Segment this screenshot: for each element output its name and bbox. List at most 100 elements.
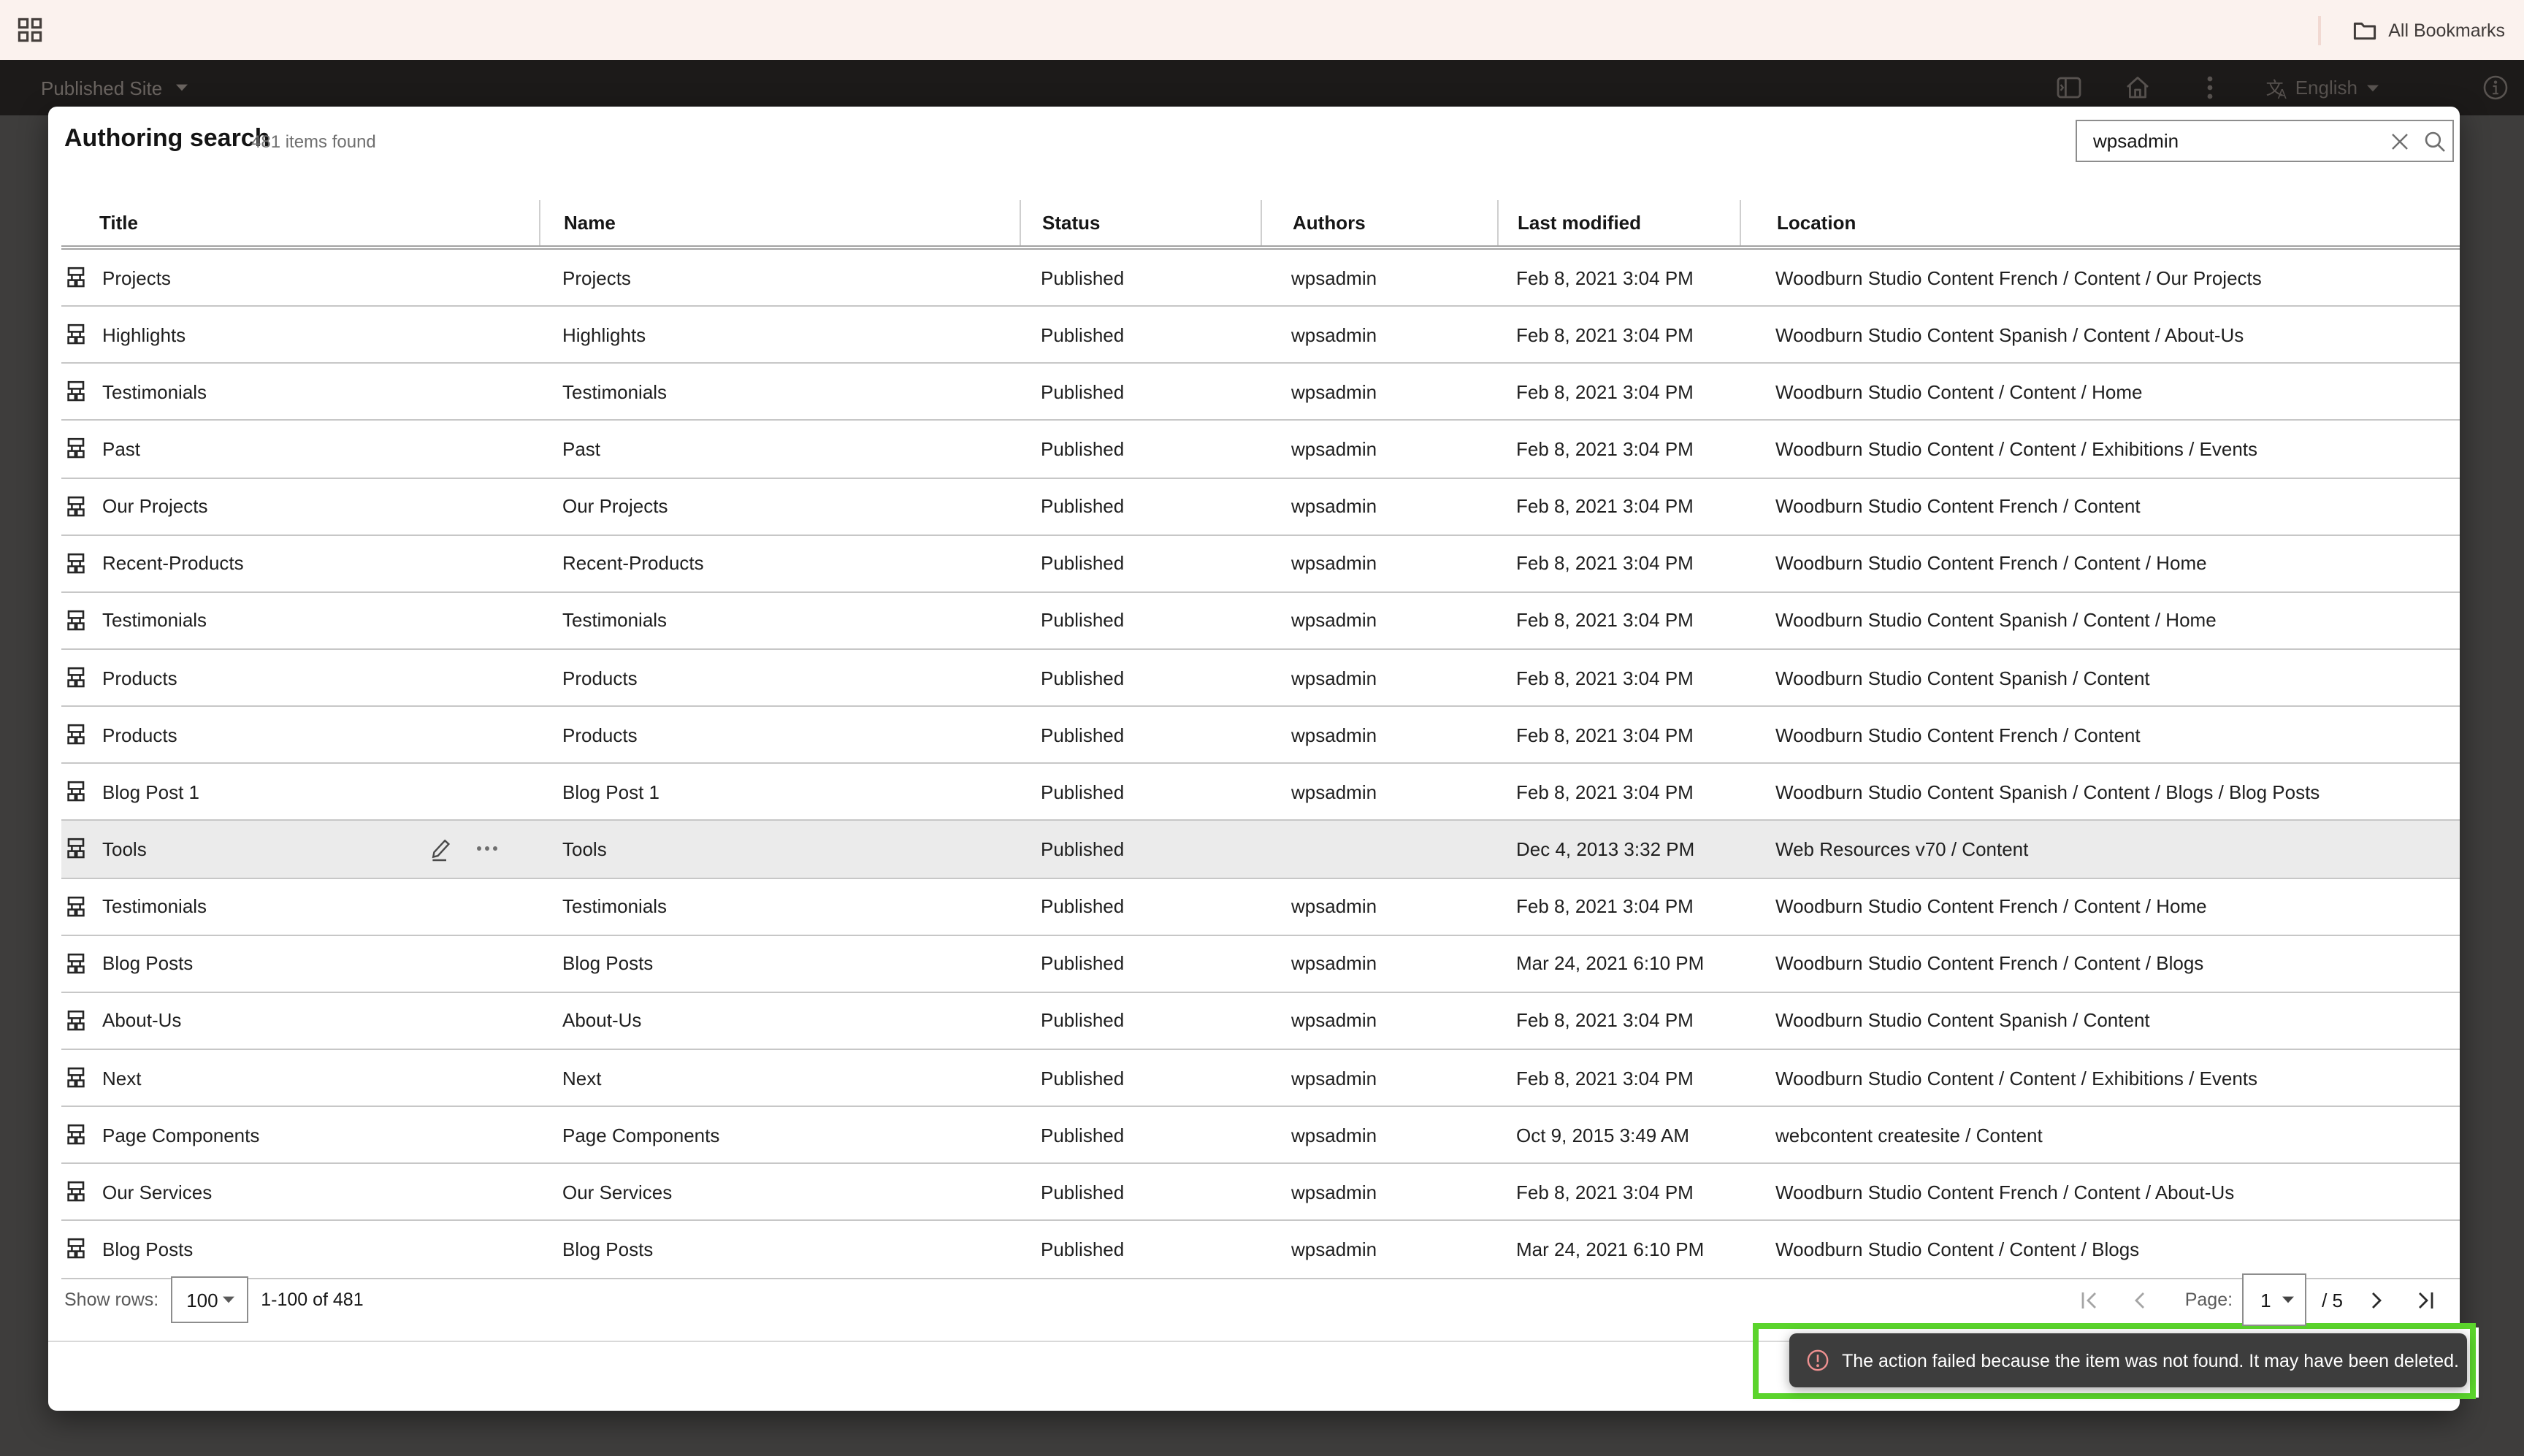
content-item-icon [64,1238,88,1261]
info-icon[interactable] [2483,75,2508,100]
rows-per-page-dropdown[interactable]: 100 [170,1276,248,1323]
row-authors: wpsadmin [1261,421,1497,477]
chevron-down-icon [175,83,188,92]
clear-search-icon[interactable] [2382,123,2417,158]
row-status: Published [1019,935,1261,991]
content-item-icon [64,723,88,746]
row-status: Published [1019,364,1261,420]
edit-icon[interactable] [429,837,453,862]
row-last-modified: Feb 8, 2021 3:04 PM [1497,478,1739,534]
table-row[interactable]: Blog Posts Blog Posts Published wpsadmin… [61,1222,2460,1279]
first-page-button[interactable] [2077,1287,2103,1313]
row-authors: wpsadmin [1261,1165,1497,1220]
row-location: Woodburn Studio Content Spanish / Conten… [1739,307,2460,362]
row-title: Testimonials [102,895,207,917]
content-item-icon [64,266,88,289]
table-row[interactable]: Our Services Our Services Published wpsa… [61,1165,2460,1222]
table-row[interactable]: Projects Projects Published wpsadmin Feb… [61,250,2460,307]
content-item-icon [64,323,88,346]
panel-icon[interactable] [2057,77,2081,99]
table-row[interactable]: About-Us About-Us Published wpsadmin Feb… [61,993,2460,1050]
row-authors: wpsadmin [1261,1050,1497,1106]
row-authors: wpsadmin [1261,250,1497,305]
table-row[interactable]: Blog Posts Blog Posts Published wpsadmin… [61,935,2460,992]
language-selector[interactable]: 文A English [2266,75,2379,100]
content-item-icon [64,1066,88,1089]
row-last-modified: Oct 9, 2015 3:49 AM [1497,1107,1739,1162]
row-authors: wpsadmin [1261,878,1497,934]
row-status: Published [1019,421,1261,477]
row-last-modified: Feb 8, 2021 3:04 PM [1497,250,1739,305]
folder-icon [2353,20,2376,40]
previous-page-button[interactable] [2127,1287,2153,1313]
row-name: Highlights [539,307,1019,362]
row-location: Woodburn Studio Content French / Content… [1739,1165,2460,1220]
home-icon[interactable] [2125,76,2150,99]
table-row[interactable]: Testimonials Testimonials Published wpsa… [61,364,2460,421]
row-title: Products [102,667,177,689]
content-item-icon [64,1181,88,1204]
content-item-icon [64,1123,88,1146]
row-last-modified: Mar 24, 2021 6:10 PM [1497,935,1739,991]
row-status: Published [1019,307,1261,362]
column-header-last-modified: Last modified [1497,200,1739,245]
table-row[interactable]: Highlights Highlights Published wpsadmin… [61,307,2460,364]
row-actions [429,837,539,862]
row-status: Published [1019,765,1261,820]
row-authors: wpsadmin [1261,935,1497,991]
row-location: Web Resources v70 / Content [1739,821,2460,877]
table-row[interactable]: Our Projects Our Projects Published wpsa… [61,478,2460,535]
table-row[interactable]: Page Components Page Components Publishe… [61,1107,2460,1164]
content-item-icon [64,437,88,461]
row-name: Products [539,707,1019,762]
row-location: Woodburn Studio Content French / Content… [1739,935,2460,991]
last-page-button[interactable] [2412,1287,2438,1313]
row-last-modified: Feb 8, 2021 3:04 PM [1497,1050,1739,1106]
content-item-icon [64,781,88,804]
row-status: Published [1019,250,1261,305]
table-row[interactable]: Products Products Published wpsadmin Feb… [61,707,2460,764]
row-location: Woodburn Studio Content French / Content [1739,478,2460,534]
row-name: About-Us [539,993,1019,1049]
kebab-icon[interactable] [2207,76,2213,99]
row-authors: wpsadmin [1261,478,1497,534]
row-status: Published [1019,993,1261,1049]
apps-grid-icon[interactable] [18,18,42,42]
row-status: Published [1019,1107,1261,1162]
row-name: Blog Posts [539,935,1019,991]
row-last-modified: Feb 8, 2021 3:04 PM [1497,1165,1739,1220]
show-rows-label: Show rows: [64,1290,158,1310]
table-row[interactable]: Next Next Published wpsadmin Feb 8, 2021… [61,1050,2460,1107]
more-actions-icon[interactable] [476,846,498,852]
table-row[interactable]: Recent-Products Recent-Products Publishe… [61,535,2460,592]
page-title: Authoring search [64,124,270,153]
row-authors: wpsadmin [1261,650,1497,705]
row-last-modified: Feb 8, 2021 3:04 PM [1497,878,1739,934]
table-row[interactable]: Tools Tools Published Dec 4, 2013 3:32 P… [61,821,2460,878]
row-last-modified: Dec 4, 2013 3:32 PM [1497,821,1739,877]
table-row[interactable]: Products Products Published wpsadmin Feb… [61,650,2460,707]
content-item-icon [64,666,88,689]
table-row[interactable]: Testimonials Testimonials Published wpsa… [61,593,2460,650]
row-status: Published [1019,478,1261,534]
search-input[interactable] [2077,130,2382,152]
table-body: Projects Projects Published wpsadmin Feb… [61,250,2460,1279]
content-item-icon [64,609,88,632]
table-row[interactable]: Past Past Published wpsadmin Feb 8, 2021… [61,421,2460,478]
row-status: Published [1019,1165,1261,1220]
column-header-authors: Authors [1261,200,1497,245]
table-row[interactable]: Blog Post 1 Blog Post 1 Published wpsadm… [61,765,2460,821]
row-location: Woodburn Studio Content Spanish / Conten… [1739,593,2460,648]
row-name: Our Services [539,1165,1019,1220]
page-number-dropdown[interactable]: 1 [2241,1273,2306,1326]
row-status: Published [1019,535,1261,591]
row-name: Blog Posts [539,1222,1019,1277]
table-row[interactable]: Testimonials Testimonials Published wpsa… [61,878,2460,935]
bookmarks-divider [2318,15,2321,45]
all-bookmarks-button[interactable]: All Bookmarks [2388,20,2505,40]
language-label: English [2295,77,2357,99]
search-icon[interactable] [2417,123,2452,158]
chevron-down-icon [221,1295,234,1304]
next-page-button[interactable] [2363,1287,2390,1313]
row-title: About-Us [102,1010,181,1032]
